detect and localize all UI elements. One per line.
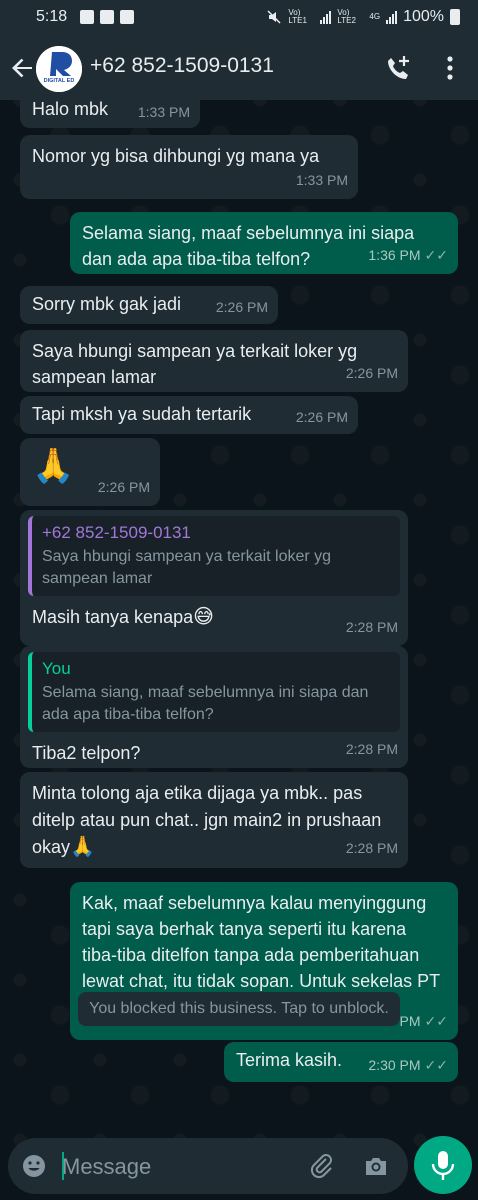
status-bar: 5:18 Vo) LTE1 Vo) LTE2 4G 100% [0,0,478,36]
message-time: 2:26 PM [345,365,398,381]
message-bubble-outgoing[interactable]: Selama siang, maaf sebelumnya ini siapa … [70,212,458,274]
back-arrow-icon[interactable] [8,54,36,82]
contact-name[interactable]: +62 852-1509-0131 [90,54,274,78]
message-time: 1:33 PM [137,104,190,120]
message-bubble-incoming[interactable]: Sorry mbk gak jadi 2:26 PM [20,286,278,324]
message-time: 1:33 PM [295,172,348,188]
notification-icons [80,10,134,24]
read-receipt-icon: ✓✓ [424,1057,448,1073]
attach-icon[interactable] [308,1152,336,1180]
quoted-sender: +62 852-1509-0131 [42,523,191,542]
message-text: Masih tanya kenapa😅 [32,604,396,630]
message-bubble-incoming[interactable]: Minta tolong aja etika dijaga ya mbk.. p… [20,772,408,868]
mic-icon [431,1151,455,1180]
status-right: Vo) LTE1 Vo) LTE2 4G 100% [266,8,460,26]
message-bubble-incoming[interactable]: Saya hbungi sampean ya terkait loker yg … [20,330,408,392]
camera-icon[interactable] [362,1152,390,1180]
message-emoji: 😅 [193,606,214,628]
quoted-text: Selama siang, maaf sebelumnya ini siapa … [42,684,369,723]
status-time: 5:18 [36,8,68,25]
message-time: 2:30 PM [368,1057,421,1073]
message-text: Saya hbungi sampean ya terkait loker yg … [32,341,358,387]
message-time: 2:28 PM [345,840,398,856]
quoted-message[interactable]: +62 852-1509-0131 Saya hbungi sampean ya… [28,516,400,596]
emoji-icon[interactable] [20,1152,48,1180]
message-list[interactable]: Halo mbk 1:33 PM Nomor yg bisa dihbungi … [0,100,478,1130]
mic-button[interactable] [414,1136,472,1194]
message-time: 1:36 PM [368,247,421,263]
message-composer [8,1138,408,1194]
mail-notification-icon [120,10,134,24]
avatar[interactable]: DIGITAL ED [36,46,82,92]
chat-header: DIGITAL ED +62 852-1509-0131 [0,36,478,100]
add-call-icon[interactable] [382,52,414,84]
gallery-notification-icon [100,10,114,24]
message-time: 2:26 PM [295,409,348,425]
sim1-label: Vo) LTE1 [288,8,307,25]
gallery-notification-icon [80,10,94,24]
blocked-notice[interactable]: You blocked this business. Tap to unbloc… [78,992,400,1026]
quoted-text: Saya hbungi sampean ya terkait loker yg … [42,548,332,587]
signal-icon [386,10,398,24]
signal-icon [320,10,332,24]
battery-icon [450,9,460,25]
message-time: 2:26 PM [97,479,150,495]
message-bubble-incoming[interactable]: 🙏 2:26 PM [20,438,160,506]
message-time: 2:28 PM [345,619,398,635]
message-emoji: 🙏 [70,836,95,858]
message-bubble-incoming[interactable]: Tapi mksh ya sudah tertarik 2:26 PM [20,396,358,434]
svg-text:DIGITAL ED: DIGITAL ED [44,78,75,84]
message-bubble-incoming-reply[interactable]: You Selama siang, maaf sebelumnya ini si… [20,646,408,768]
battery-level: 100% [403,8,444,25]
message-bubble-incoming[interactable]: Nomor yg bisa dihbungi yg mana ya 1:33 P… [20,135,358,199]
quoted-message[interactable]: You Selama siang, maaf sebelumnya ini si… [28,652,400,732]
read-receipt-icon: ✓✓ [424,247,448,263]
brand-logo: DIGITAL ED [36,46,82,92]
message-text: Minta tolong aja etika dijaga ya mbk.. p… [32,780,382,861]
more-vert-icon[interactable] [434,52,466,84]
message-time: 2:28 PM [345,741,398,757]
message-bubble-outgoing[interactable]: Terima kasih. 2:30 PM ✓✓ [224,1042,458,1082]
message-bubble-incoming[interactable]: Halo mbk 1:33 PM [20,100,200,128]
quoted-sender: You [42,659,71,678]
message-time: 2:26 PM [215,299,268,315]
sim2-label: Vo) LTE2 [337,8,356,25]
message-text: Nomor yg bisa dihbungi yg mana ya [32,146,320,166]
message-text: Tiba2 telpon? [32,743,141,763]
message-text-body: Masih tanya kenapa [32,607,194,627]
message-input[interactable] [60,1148,294,1186]
read-receipt-icon: ✓✓ [424,1013,448,1029]
message-bubble-incoming-reply[interactable]: +62 852-1509-0131 Saya hbungi sampean ya… [20,510,408,646]
network-label: 4G [369,12,381,21]
mute-icon [267,10,281,24]
